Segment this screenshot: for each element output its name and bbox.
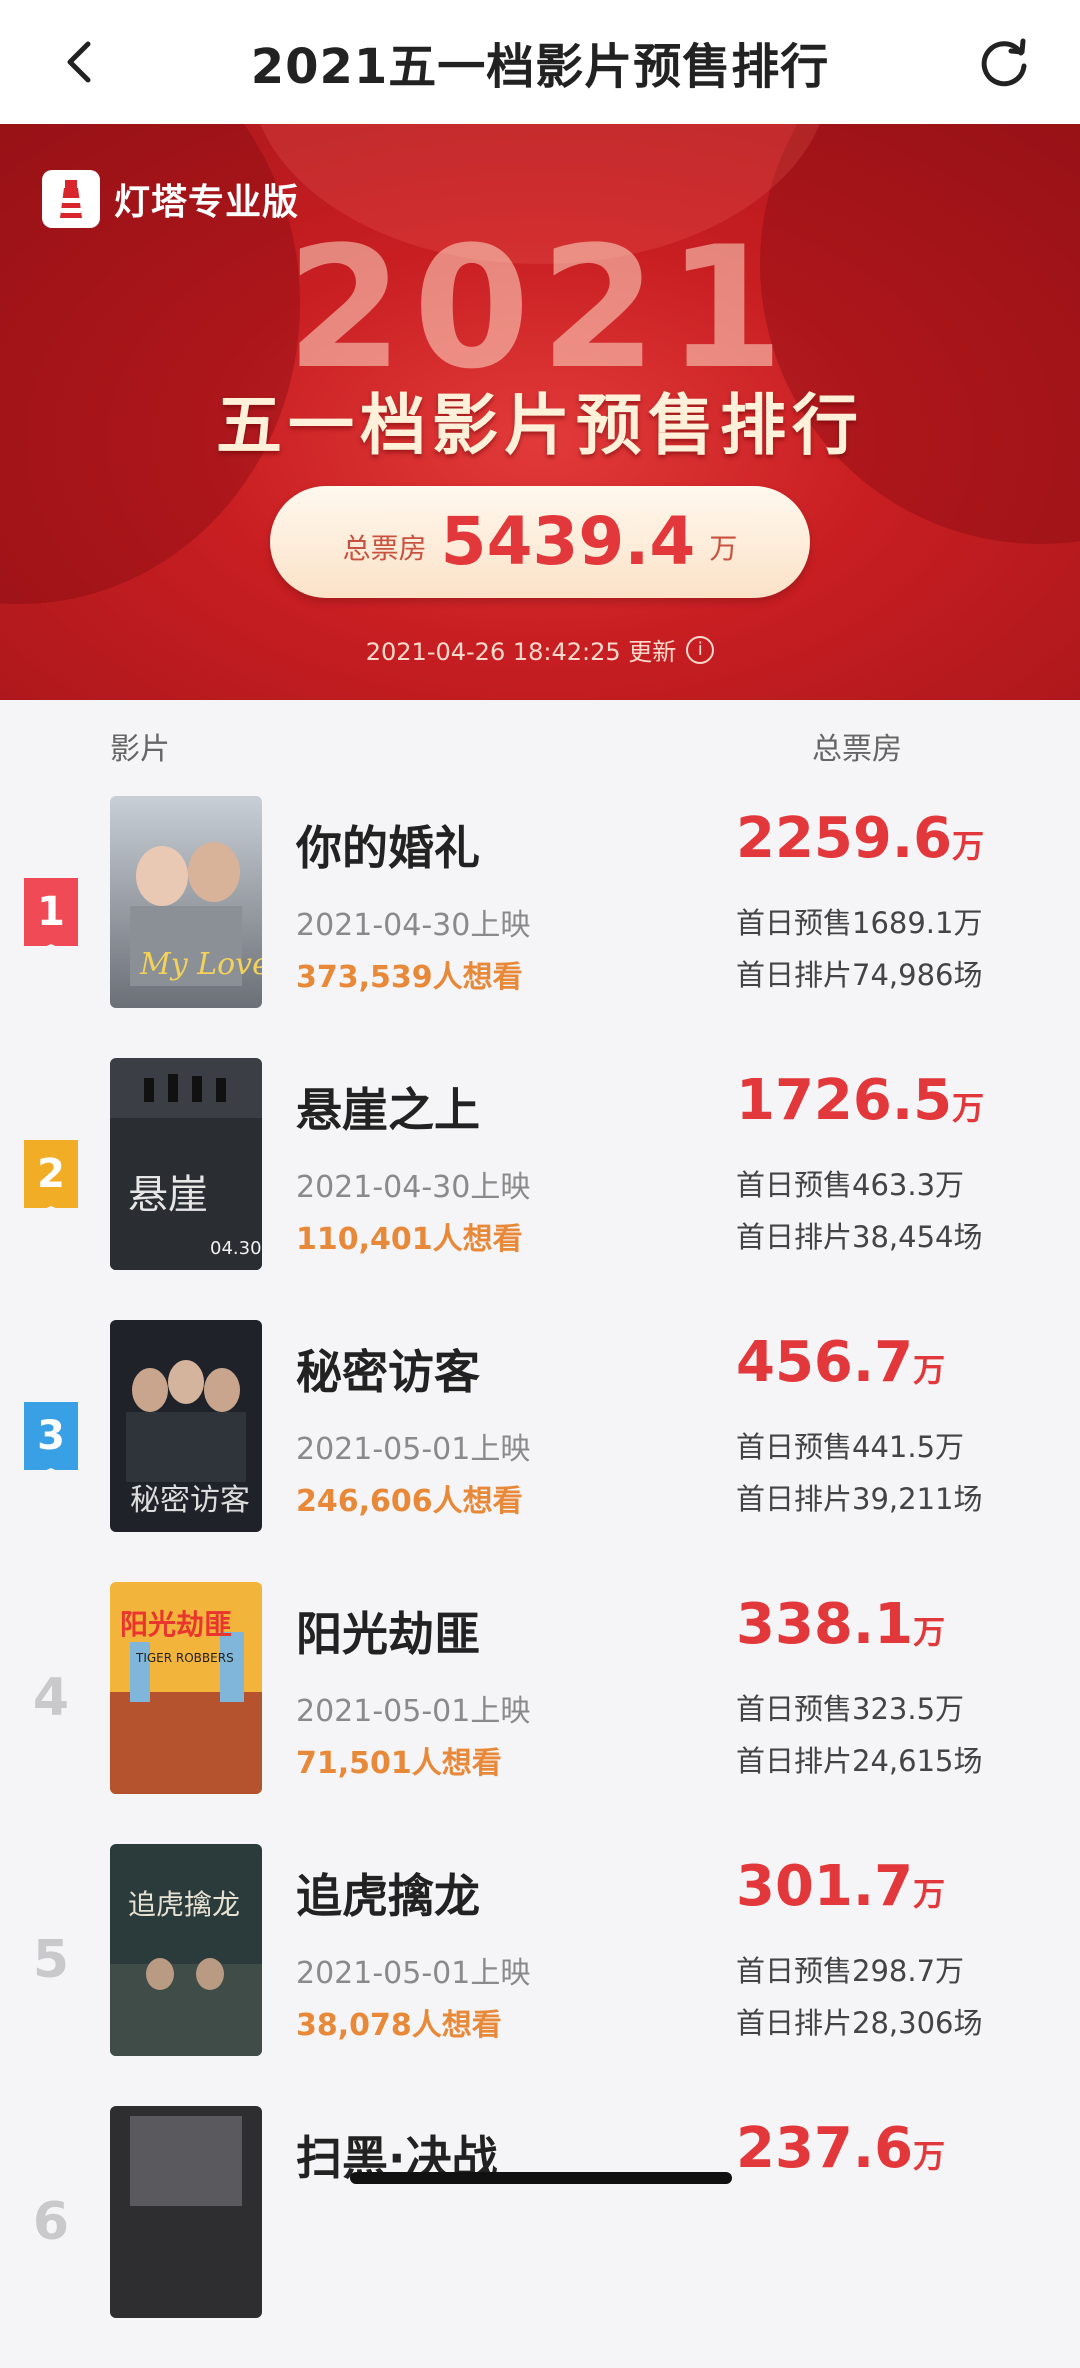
svg-text:My Love: My Love bbox=[139, 947, 262, 982]
want-to-watch-count: 38,078人想看 bbox=[296, 2008, 502, 2043]
back-button[interactable] bbox=[52, 34, 108, 90]
box-office-value: 301.7 bbox=[736, 1854, 914, 1919]
rank-badge: 2 bbox=[24, 1140, 78, 1218]
want-to-watch-count: 246,606人想看 bbox=[296, 1484, 523, 1519]
box-office-unit: 万 bbox=[952, 827, 985, 865]
svg-text:TIGER ROBBERS: TIGER ROBBERS bbox=[135, 1651, 234, 1665]
box-office: 456.7万 bbox=[736, 1330, 945, 1395]
lighthouse-logo-icon bbox=[42, 170, 100, 228]
first-day-presale: 首日预售323.5万 bbox=[736, 1692, 965, 1726]
box-office: 301.7万 bbox=[736, 1854, 945, 1919]
column-film: 影片 bbox=[110, 732, 170, 767]
box-office-value: 456.7 bbox=[736, 1330, 914, 1395]
first-day-presale: 首日预售1689.1万 bbox=[736, 906, 983, 940]
box-office-unit: 万 bbox=[913, 1351, 946, 1389]
release-date: 2021-04-30上映 bbox=[296, 1170, 531, 1205]
release-date: 2021-05-01上映 bbox=[296, 1432, 531, 1467]
movie-row[interactable]: 2 悬崖 04.30 悬崖之上 2021-04-30上映 110,401人想看 … bbox=[0, 1058, 1080, 1320]
total-value: 5439.4 bbox=[440, 503, 696, 580]
first-day-screenings: 首日排片28,306场 bbox=[736, 2006, 983, 2040]
first-day-screenings: 首日排片39,211场 bbox=[736, 1482, 983, 1516]
movie-row[interactable]: 3 秘密访客 秘密访客 2021-05-01上映 246,606人想看 456.… bbox=[0, 1320, 1080, 1582]
info-icon[interactable]: i bbox=[686, 635, 715, 664]
list-header: 影片 总票房 bbox=[0, 700, 1080, 786]
movie-poster[interactable]: 悬崖 04.30 bbox=[110, 1058, 262, 1270]
refresh-icon bbox=[981, 38, 1027, 87]
box-office-unit: 万 bbox=[913, 2137, 946, 2175]
first-day-screenings: 首日排片24,615场 bbox=[736, 1744, 983, 1778]
update-text: 2021-04-26 18:42:25 更新 bbox=[365, 638, 677, 666]
want-to-watch-count: 71,501人想看 bbox=[296, 1746, 502, 1781]
rank-number: 6 bbox=[32, 2192, 70, 2252]
movie-title[interactable]: 阳光劫匪 bbox=[296, 1598, 480, 1664]
chevron-left-icon bbox=[67, 41, 91, 83]
movie-row[interactable]: 6 扫黑·决战 237.6万 bbox=[0, 2106, 1080, 2368]
release-date: 2021-05-01上映 bbox=[296, 1956, 531, 1991]
svg-text:追虎擒龙: 追虎擒龙 bbox=[128, 1888, 240, 1921]
first-day-screenings: 首日排片38,454场 bbox=[736, 1220, 983, 1254]
home-indicator[interactable] bbox=[350, 2172, 732, 2184]
column-total: 总票房 bbox=[812, 732, 902, 767]
refresh-button[interactable] bbox=[974, 32, 1034, 92]
movie-poster[interactable]: 秘密访客 bbox=[110, 1320, 262, 1532]
movie-title[interactable]: 你的婚礼 bbox=[296, 812, 480, 878]
movie-poster[interactable]: 追虎擒龙 bbox=[110, 1844, 262, 2056]
movie-poster[interactable]: My Love bbox=[110, 796, 262, 1008]
total-box-office-pill: 总票房 5439.4 万 bbox=[270, 486, 810, 598]
rank-badge: 3 bbox=[24, 1402, 78, 1480]
svg-text:悬崖: 悬崖 bbox=[128, 1172, 208, 1218]
first-day-presale: 首日预售298.7万 bbox=[736, 1954, 965, 1988]
box-office-value: 237.6 bbox=[736, 2116, 914, 2181]
hero-banner: 灯塔专业版 2021 五一档影片预售排行 总票房 5439.4 万 2021-0… bbox=[0, 124, 1080, 700]
box-office-value: 1726.5 bbox=[736, 1068, 953, 1133]
want-to-watch-count: 110,401人想看 bbox=[296, 1222, 523, 1257]
movie-row[interactable]: 1 My Love 你的婚礼 2021-04-30上映 373,539人想看 2… bbox=[0, 796, 1080, 1058]
total-unit: 万 bbox=[709, 532, 738, 565]
banner-headline: 五一档影片预售排行 bbox=[216, 387, 864, 464]
want-to-watch-count: 373,539人想看 bbox=[296, 960, 523, 995]
total-label: 总票房 bbox=[342, 532, 427, 565]
movie-title[interactable]: 秘密访客 bbox=[296, 1336, 480, 1402]
movie-poster[interactable]: 阳光劫匪 TIGER ROBBERS bbox=[110, 1582, 262, 1794]
first-day-screenings: 首日排片74,986场 bbox=[736, 958, 983, 992]
svg-text:秘密访客: 秘密访客 bbox=[130, 1483, 250, 1518]
release-date: 2021-05-01上映 bbox=[296, 1694, 531, 1729]
brand: 灯塔专业版 bbox=[42, 170, 299, 228]
movie-poster[interactable] bbox=[110, 2106, 262, 2318]
brand-name: 灯塔专业版 bbox=[114, 182, 300, 223]
rank-number: 5 bbox=[32, 1930, 70, 1990]
nav-bar: 2021五一档影片预售排行 bbox=[0, 0, 1080, 124]
box-office-unit: 万 bbox=[952, 1089, 985, 1127]
box-office-value: 338.1 bbox=[736, 1592, 914, 1657]
first-day-presale: 首日预售463.3万 bbox=[736, 1168, 965, 1202]
page-title: 2021五一档影片预售排行 bbox=[250, 39, 830, 95]
banner-year: 2021 bbox=[286, 210, 794, 406]
rank-number: 4 bbox=[32, 1668, 70, 1728]
svg-text:阳光劫匪: 阳光劫匪 bbox=[120, 1608, 232, 1641]
movie-title[interactable]: 追虎擒龙 bbox=[296, 1860, 480, 1926]
update-timestamp: 2021-04-26 18:42:25 更新 i bbox=[0, 632, 1080, 667]
box-office-unit: 万 bbox=[913, 1613, 946, 1651]
box-office-value: 2259.6 bbox=[736, 806, 953, 871]
first-day-presale: 首日预售441.5万 bbox=[736, 1430, 965, 1464]
box-office: 237.6万 bbox=[736, 2116, 945, 2181]
movie-title[interactable]: 悬崖之上 bbox=[296, 1074, 480, 1140]
box-office: 338.1万 bbox=[736, 1592, 945, 1657]
box-office: 1726.5万 bbox=[736, 1068, 984, 1133]
movie-row[interactable]: 4 阳光劫匪 TIGER ROBBERS 阳光劫匪 2021-05-01上映 7… bbox=[0, 1582, 1080, 1844]
svg-text:04.30: 04.30 bbox=[210, 1238, 262, 1259]
box-office-unit: 万 bbox=[913, 1875, 946, 1913]
rank-badge: 1 bbox=[24, 878, 78, 956]
movie-row[interactable]: 5 追虎擒龙 追虎擒龙 2021-05-01上映 38,078人想看 301.7… bbox=[0, 1844, 1080, 2106]
box-office: 2259.6万 bbox=[736, 806, 984, 871]
release-date: 2021-04-30上映 bbox=[296, 908, 531, 943]
